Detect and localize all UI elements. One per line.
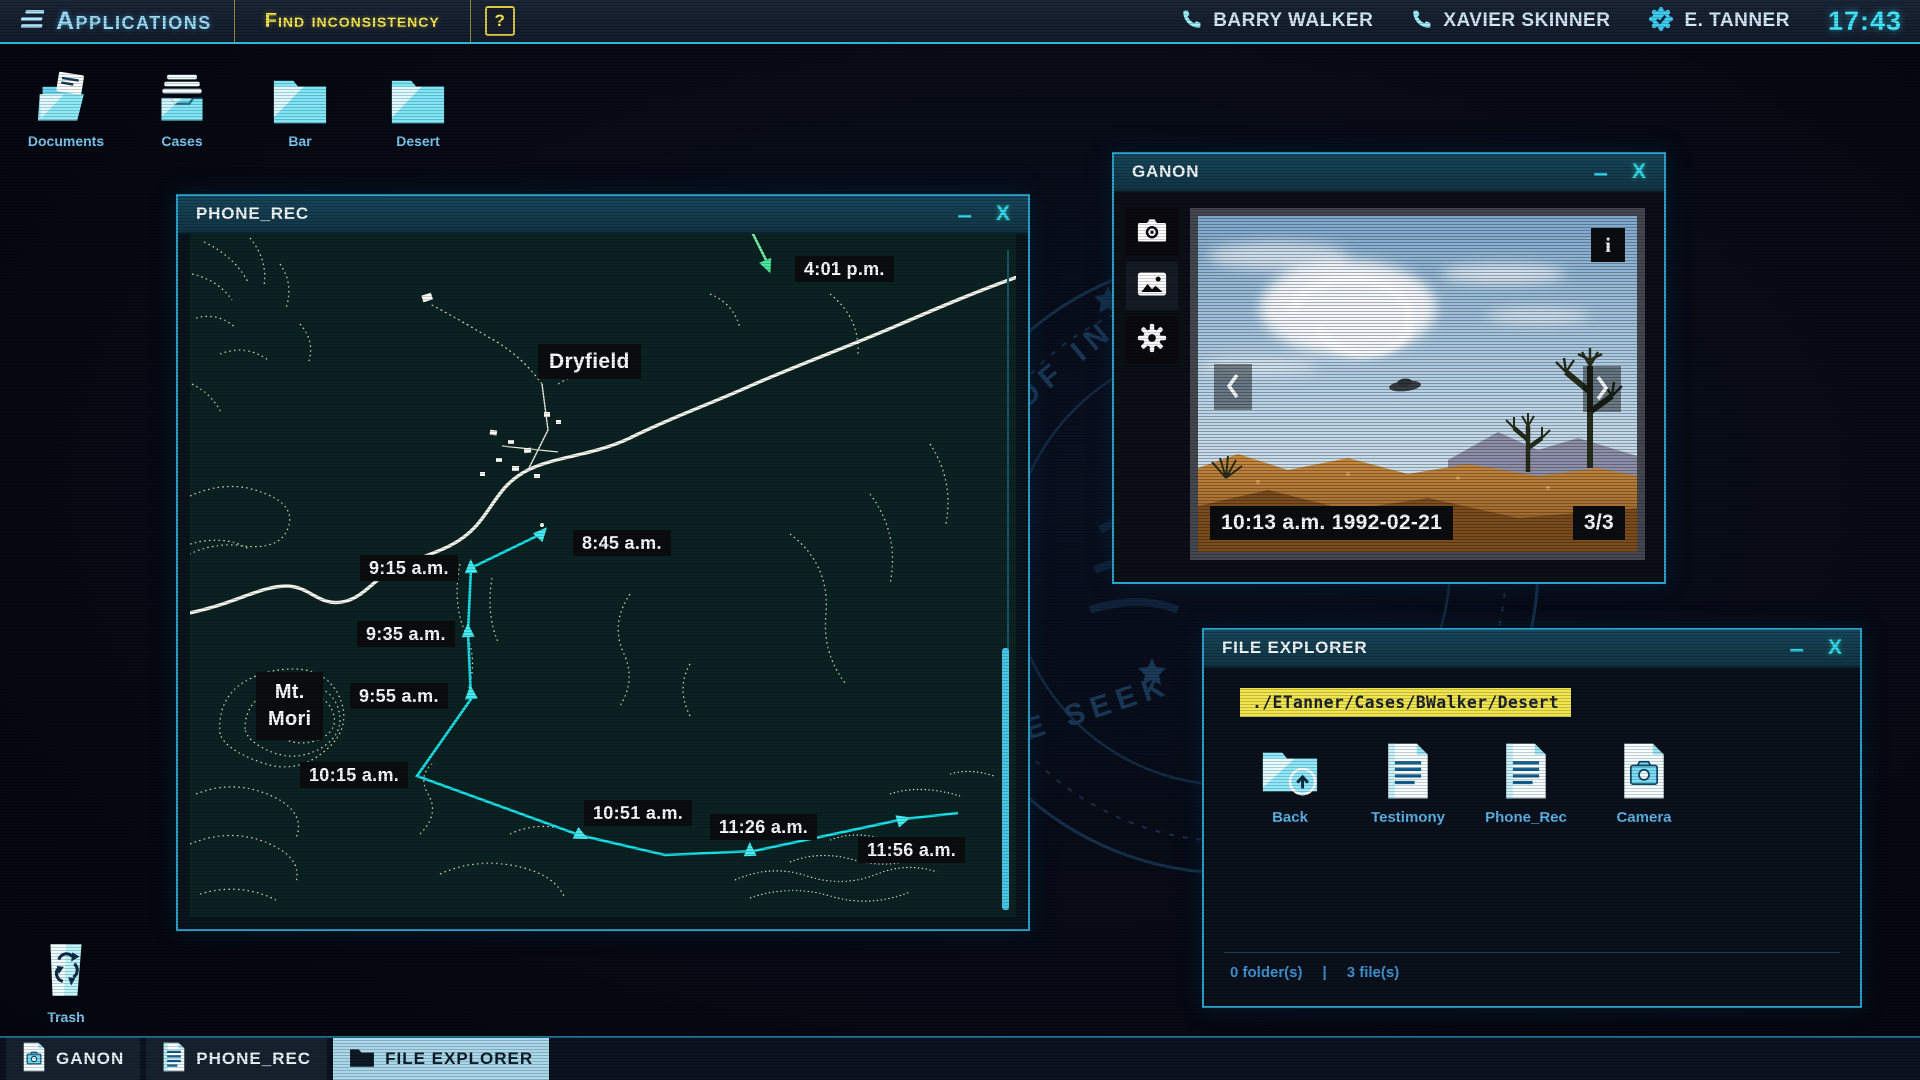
gear-icon [1137, 323, 1167, 358]
ganon-titlebar[interactable]: GANON – X [1114, 154, 1664, 192]
file-count: 3 file(s) [1347, 964, 1400, 981]
badge-check-icon [1648, 6, 1674, 37]
taskbar-item-file-explorer[interactable]: FILE EXPLORER [333, 1038, 549, 1080]
desktop-icon-cases[interactable]: Cases [134, 64, 230, 149]
applications-menu-button[interactable]: Applications [0, 0, 234, 42]
status-divider: | [1323, 964, 1327, 981]
file-item-camera[interactable]: Camera [1598, 734, 1690, 826]
status-bar: 0 folder(s) | 3 file(s) [1230, 964, 1399, 981]
image-icon [1137, 271, 1167, 302]
contact-xavier-skinner[interactable]: XAVIER SKINNER [1411, 8, 1610, 35]
file-item-phone-rec[interactable]: Phone_Rec [1480, 734, 1572, 826]
desktop: OF IN E SEEK Applications Find inconsist… [0, 0, 1920, 1080]
joshua-trees [1212, 348, 1622, 478]
close-button[interactable]: X [984, 202, 1012, 226]
contact-e-tanner[interactable]: E. TANNER [1648, 6, 1789, 37]
trash-icon [45, 987, 87, 1004]
phone-rec-window: PHONE_REC – X [176, 194, 1030, 931]
folder-solid-icon [349, 1046, 375, 1073]
topbar-divider [470, 0, 471, 43]
window-title: GANON [1132, 162, 1582, 182]
file-explorer-titlebar[interactable]: FILE EXPLORER – X [1204, 630, 1860, 668]
trash-bin[interactable]: Trash [28, 942, 104, 1025]
clock: 17:43 [1828, 6, 1902, 37]
find-inconsistency-button[interactable]: Find inconsistency [235, 0, 470, 42]
ufo-object [1388, 377, 1421, 393]
window-title: FILE EXPLORER [1222, 638, 1778, 658]
file-item-back[interactable]: Back [1244, 734, 1336, 826]
topbar-divider [234, 0, 235, 43]
folder-icon [370, 64, 466, 126]
top-bar: Applications Find inconsistency ? BARRY … [0, 0, 1920, 44]
tray-icon [134, 64, 230, 126]
status-separator [1224, 952, 1840, 953]
phone-icon [1181, 8, 1203, 35]
desktop-icon-documents[interactable]: Documents [18, 64, 114, 149]
phone-icon [1411, 8, 1433, 35]
map-scrollbar-thumb [1002, 648, 1009, 910]
hamburger-icon [14, 7, 44, 36]
route-time-chip: 11:56 a.m. [858, 837, 965, 863]
town-label: Dryfield [538, 344, 641, 379]
route-time-chip: 4:01 p.m. [795, 256, 894, 282]
contact-barry-walker[interactable]: BARRY WALKER [1181, 8, 1373, 35]
close-button[interactable]: X [1620, 160, 1648, 184]
green-ping-marker [751, 234, 776, 276]
open-folder-icon [18, 64, 114, 126]
file-list: Back Testimony [1244, 734, 1690, 826]
desktop-icon-desert[interactable]: Desert [370, 64, 466, 149]
minimize-button[interactable]: – [1778, 633, 1816, 663]
close-button[interactable]: X [1816, 636, 1844, 660]
route-time-chip: 11:26 a.m. [710, 814, 817, 840]
settings-tab[interactable] [1126, 316, 1178, 364]
route-time-chip: 9:15 a.m. [360, 555, 458, 581]
image-file-icon [1598, 734, 1690, 800]
folder-icon [252, 64, 348, 126]
desktop-icon-bar[interactable]: Bar [252, 64, 348, 149]
photo-info-button[interactable]: i [1591, 228, 1625, 262]
previous-photo-button[interactable] [1214, 364, 1252, 410]
photo-timestamp: 10:13 a.m. 1992-02-21 [1210, 506, 1453, 540]
phone-records-map: Dryfield Mt. Mori 4:01 p.m. 8:45 a.m. 9:… [190, 234, 1016, 917]
mountain-label: Mt. Mori [256, 672, 323, 740]
file-explorer-window: FILE EXPLORER – X ./ETanner/Cases/BWalke… [1202, 628, 1862, 1008]
route-time-chip: 10:15 a.m. [300, 762, 408, 788]
phone-rec-titlebar[interactable]: PHONE_REC – X [178, 196, 1028, 234]
next-photo-button[interactable] [1583, 366, 1621, 412]
route-time-chip: 9:55 a.m. [350, 683, 448, 709]
chevron-right-icon [1594, 374, 1610, 405]
route-time-chip: 9:35 a.m. [357, 621, 455, 647]
taskbar-item-ganon[interactable]: GANON [6, 1038, 140, 1080]
file-item-testimony[interactable]: Testimony [1362, 734, 1454, 826]
route-time-chip: 8:45 a.m. [573, 530, 671, 556]
camera-icon [1137, 217, 1167, 248]
chevron-left-icon [1225, 372, 1241, 403]
taskbar: GANON PHONE_REC FILE EXPLORER [0, 1036, 1920, 1080]
photo-counter: 3/3 [1573, 506, 1625, 540]
trash-label: Trash [28, 1009, 104, 1025]
map-road [190, 276, 1016, 614]
minimize-button[interactable]: – [1582, 157, 1620, 187]
photo-artwork [1198, 216, 1637, 552]
taskbar-item-phone-rec[interactable]: PHONE_REC [146, 1038, 327, 1080]
camera-tab[interactable] [1126, 208, 1178, 256]
folder-count: 0 folder(s) [1230, 964, 1303, 981]
help-button[interactable]: ? [485, 6, 515, 36]
minimize-button[interactable]: – [946, 199, 984, 229]
image-tab[interactable] [1126, 262, 1178, 310]
folder-up-icon [1244, 734, 1336, 800]
window-title: PHONE_REC [196, 204, 946, 224]
route-time-chip: 10:51 a.m. [584, 800, 692, 826]
ganon-sidebar [1126, 208, 1178, 370]
applications-label: Applications [56, 7, 212, 36]
document-icon [162, 1042, 186, 1077]
ufo-photo: i 10:13 a.m. 1992-02-21 3/3 [1198, 216, 1637, 552]
path-breadcrumb[interactable]: ./ETanner/Cases/BWalker/Desert [1240, 688, 1571, 717]
photo-frame: i 10:13 a.m. 1992-02-21 3/3 [1190, 208, 1645, 560]
camera-file-icon [22, 1042, 46, 1077]
ganon-window: GANON – X [1112, 152, 1666, 584]
document-icon [1480, 734, 1572, 800]
document-icon [1362, 734, 1454, 800]
